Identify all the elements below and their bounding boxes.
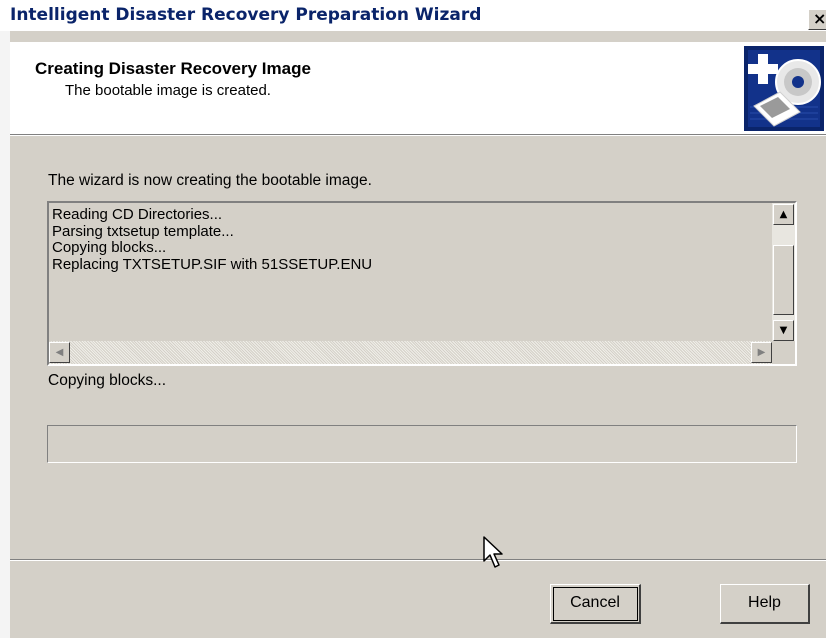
close-icon: ×	[813, 9, 826, 28]
log-listbox[interactable]: Reading CD Directories... Parsing txtset…	[47, 201, 797, 366]
scroll-right-button[interactable]: ▶	[751, 342, 772, 363]
scroll-down-button[interactable]: ▼	[773, 320, 794, 341]
vertical-scroll-thumb[interactable]	[773, 245, 794, 315]
log-line: Parsing txtsetup template...	[52, 222, 234, 240]
arrow-right-icon: ▶	[757, 347, 766, 358]
page-subtitle: The bootable image is created.	[65, 82, 271, 99]
horizontal-scrollbar[interactable]: ◀ ▶	[49, 341, 772, 364]
arrow-up-icon: ▲	[779, 209, 788, 220]
disaster-recovery-wizard-icon	[744, 46, 824, 131]
header-separator-highlight	[10, 135, 826, 136]
scroll-up-button[interactable]: ▲	[773, 204, 794, 225]
log-line: Reading CD Directories...	[52, 206, 223, 223]
wizard-header: Creating Disaster Recovery Image The boo…	[10, 42, 826, 134]
log-line: Copying blocks...	[52, 239, 167, 256]
help-button[interactable]: Help	[720, 584, 810, 624]
scroll-left-button[interactable]: ◀	[49, 342, 70, 363]
log-lines: Reading CD Directories... Parsing txtset…	[52, 206, 373, 273]
log-line: Replacing TXTSETUP.SIF with 51SSETUP.ENU	[52, 255, 373, 273]
vertical-scrollbar[interactable]: ▲ ▼	[772, 203, 795, 341]
arrow-left-icon: ◀	[55, 347, 64, 358]
window-title: Intelligent Disaster Recovery Preparatio…	[10, 5, 482, 25]
title-bar[interactable]: Intelligent Disaster Recovery Preparatio…	[0, 0, 826, 31]
close-button[interactable]: ×	[808, 9, 826, 30]
progress-bar	[47, 425, 797, 463]
mouse-cursor-icon	[483, 536, 503, 568]
arrow-down-icon: ▼	[779, 325, 788, 336]
scrollbar-corner	[772, 341, 795, 364]
status-text: Copying blocks...	[48, 372, 167, 389]
intro-text: The wizard is now creating the bootable …	[48, 172, 372, 189]
page-title: Creating Disaster Recovery Image	[35, 59, 311, 78]
footer-separator-highlight	[10, 560, 826, 561]
cancel-button[interactable]: Cancel	[550, 584, 641, 624]
window-left-edge	[0, 31, 10, 638]
